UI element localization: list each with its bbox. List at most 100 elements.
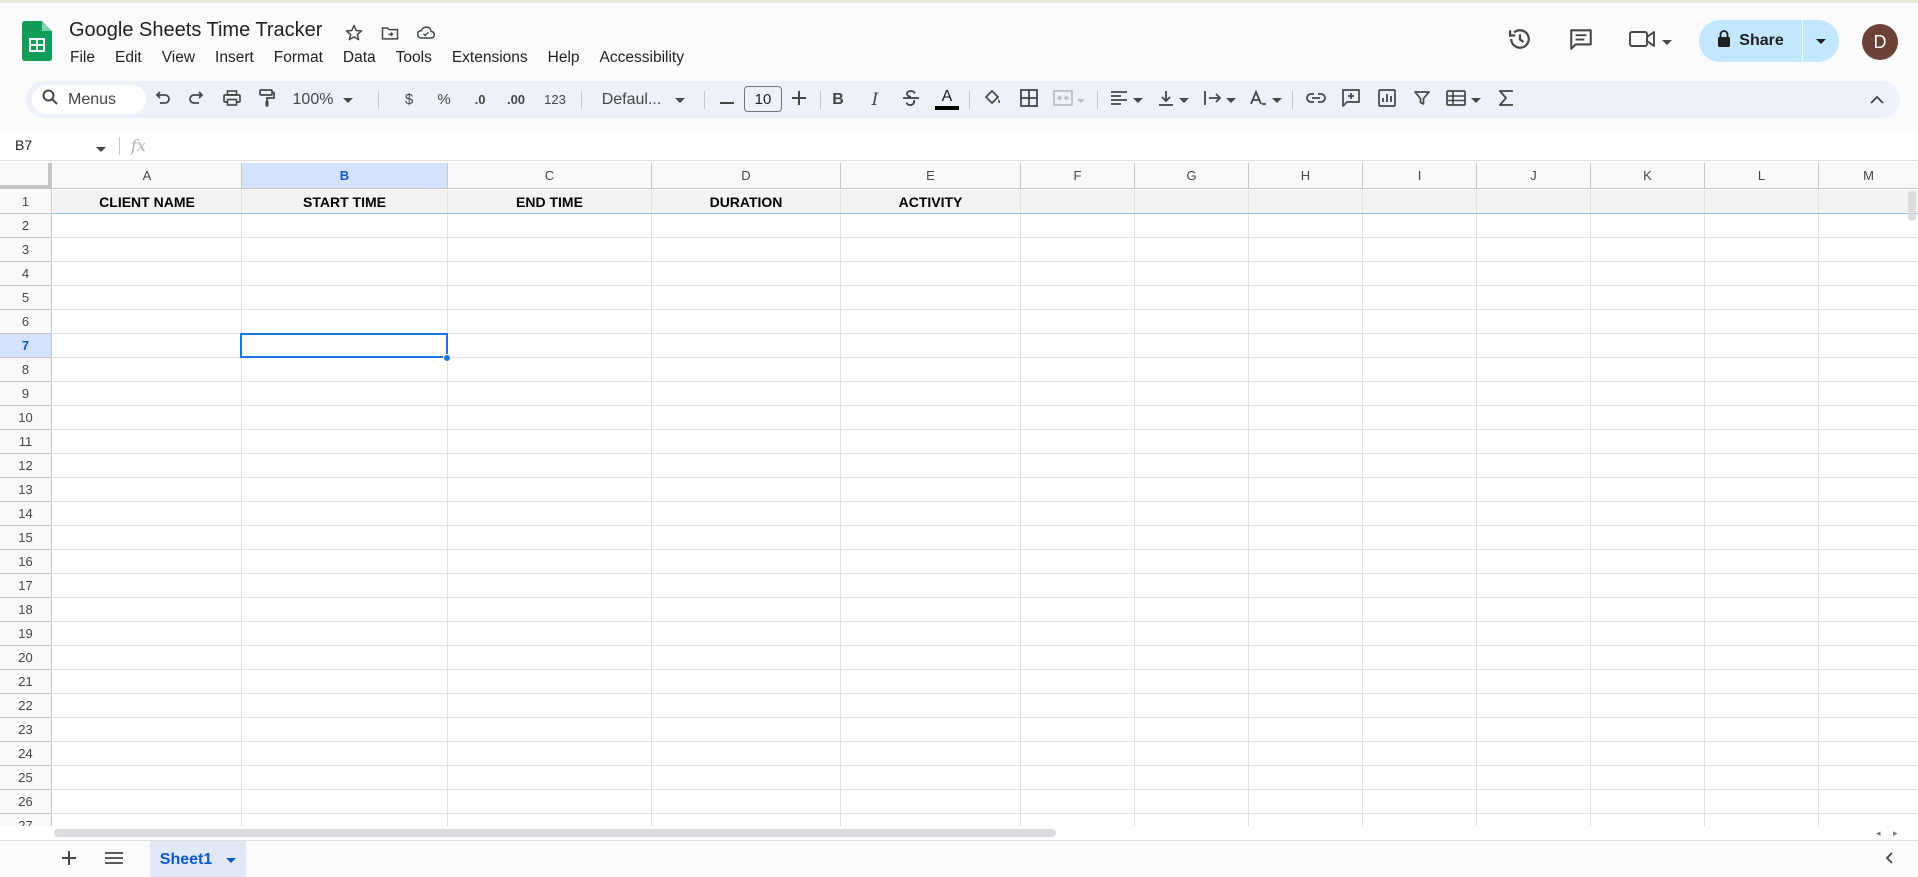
cell-f5[interactable] xyxy=(1021,286,1135,310)
cell-a11[interactable] xyxy=(53,430,242,454)
cell-l7[interactable] xyxy=(1705,334,1819,358)
cell-a21[interactable] xyxy=(53,670,242,694)
text-rotation-button[interactable] xyxy=(1245,81,1285,118)
cell-l18[interactable] xyxy=(1705,598,1819,622)
comments-icon[interactable] xyxy=(1567,26,1595,57)
sheets-logo-icon[interactable] xyxy=(22,21,52,61)
row-header-1[interactable]: 1 xyxy=(0,190,52,214)
cell-d2[interactable] xyxy=(652,214,841,238)
avatar[interactable]: D xyxy=(1862,24,1898,60)
cell-e12[interactable] xyxy=(841,454,1021,478)
column-header-j[interactable]: J xyxy=(1477,163,1591,189)
cell-a14[interactable] xyxy=(53,502,242,526)
row-header-5[interactable]: 5 xyxy=(0,286,52,310)
row-header-10[interactable]: 10 xyxy=(0,406,52,430)
cell-f3[interactable] xyxy=(1021,238,1135,262)
cell-a24[interactable] xyxy=(53,742,242,766)
cell-g19[interactable] xyxy=(1135,622,1249,646)
cell-a4[interactable] xyxy=(53,262,242,286)
cell-j26[interactable] xyxy=(1477,790,1591,814)
cell-b2[interactable] xyxy=(242,214,448,238)
cell-m26[interactable] xyxy=(1819,790,1918,814)
share-button[interactable]: Share xyxy=(1699,20,1803,62)
cell-b6[interactable] xyxy=(242,310,448,334)
cell-g15[interactable] xyxy=(1135,526,1249,550)
cell-h11[interactable] xyxy=(1249,430,1363,454)
cell-h21[interactable] xyxy=(1249,670,1363,694)
cell-i16[interactable] xyxy=(1363,550,1477,574)
filter-views-button[interactable] xyxy=(1442,81,1484,118)
cell-m8[interactable] xyxy=(1819,358,1918,382)
cell-c18[interactable] xyxy=(448,598,652,622)
cell-g1[interactable] xyxy=(1135,190,1249,214)
cell-k2[interactable] xyxy=(1591,214,1705,238)
cell-f20[interactable] xyxy=(1021,646,1135,670)
cell-d18[interactable] xyxy=(652,598,841,622)
cell-c17[interactable] xyxy=(448,574,652,598)
meet-button[interactable] xyxy=(1628,27,1672,56)
cell-e7[interactable] xyxy=(841,334,1021,358)
cell-h2[interactable] xyxy=(1249,214,1363,238)
cell-g4[interactable] xyxy=(1135,262,1249,286)
cell-m6[interactable] xyxy=(1819,310,1918,334)
cell-j2[interactable] xyxy=(1477,214,1591,238)
merge-cells-button[interactable] xyxy=(1049,81,1089,118)
row-header-20[interactable]: 20 xyxy=(0,646,52,670)
cell-l3[interactable] xyxy=(1705,238,1819,262)
cell-a9[interactable] xyxy=(53,382,242,406)
row-header-6[interactable]: 6 xyxy=(0,310,52,334)
cell-b17[interactable] xyxy=(242,574,448,598)
cell-d5[interactable] xyxy=(652,286,841,310)
column-header-i[interactable]: I xyxy=(1363,163,1477,189)
name-box[interactable]: B7 xyxy=(15,137,32,153)
cell-l17[interactable] xyxy=(1705,574,1819,598)
menu-extensions[interactable]: Extensions xyxy=(442,48,538,68)
cell-e24[interactable] xyxy=(841,742,1021,766)
cell-k7[interactable] xyxy=(1591,334,1705,358)
cell-d14[interactable] xyxy=(652,502,841,526)
document-title[interactable]: Google Sheets Time Tracker xyxy=(69,19,322,42)
cell-g12[interactable] xyxy=(1135,454,1249,478)
text-wrapping-button[interactable] xyxy=(1199,81,1239,118)
menu-file[interactable]: File xyxy=(60,48,105,68)
print-button[interactable] xyxy=(217,81,247,118)
cell-a16[interactable] xyxy=(53,550,242,574)
cell-k19[interactable] xyxy=(1591,622,1705,646)
cell-a7[interactable] xyxy=(53,334,242,358)
cell-b21[interactable] xyxy=(242,670,448,694)
cell-j4[interactable] xyxy=(1477,262,1591,286)
cell-d7[interactable] xyxy=(652,334,841,358)
cell-c23[interactable] xyxy=(448,718,652,742)
cell-g3[interactable] xyxy=(1135,238,1249,262)
cell-d1[interactable]: DURATION xyxy=(652,190,841,214)
cell-j3[interactable] xyxy=(1477,238,1591,262)
cell-d25[interactable] xyxy=(652,766,841,790)
cell-e5[interactable] xyxy=(841,286,1021,310)
cell-e15[interactable] xyxy=(841,526,1021,550)
create-filter-button[interactable] xyxy=(1407,81,1437,118)
cell-l24[interactable] xyxy=(1705,742,1819,766)
frozen-row-divider[interactable] xyxy=(52,213,1918,214)
cell-i5[interactable] xyxy=(1363,286,1477,310)
cell-e21[interactable] xyxy=(841,670,1021,694)
cell-d22[interactable] xyxy=(652,694,841,718)
cell-k6[interactable] xyxy=(1591,310,1705,334)
cell-g7[interactable] xyxy=(1135,334,1249,358)
chevron-down-icon[interactable] xyxy=(226,851,237,869)
cell-j22[interactable] xyxy=(1477,694,1591,718)
row-header-14[interactable]: 14 xyxy=(0,502,52,526)
cell-j24[interactable] xyxy=(1477,742,1591,766)
cell-k10[interactable] xyxy=(1591,406,1705,430)
cell-d19[interactable] xyxy=(652,622,841,646)
decrease-decimal-button[interactable]: .0 xyxy=(467,81,493,118)
cell-h25[interactable] xyxy=(1249,766,1363,790)
cell-m23[interactable] xyxy=(1819,718,1918,742)
cell-m15[interactable] xyxy=(1819,526,1918,550)
column-header-k[interactable]: K xyxy=(1591,163,1705,189)
cell-m10[interactable] xyxy=(1819,406,1918,430)
cell-f14[interactable] xyxy=(1021,502,1135,526)
increase-font-size-button[interactable] xyxy=(787,81,811,118)
row-header-25[interactable]: 25 xyxy=(0,766,52,790)
share-dropdown-button[interactable] xyxy=(1803,20,1839,62)
functions-button[interactable] xyxy=(1491,81,1521,118)
